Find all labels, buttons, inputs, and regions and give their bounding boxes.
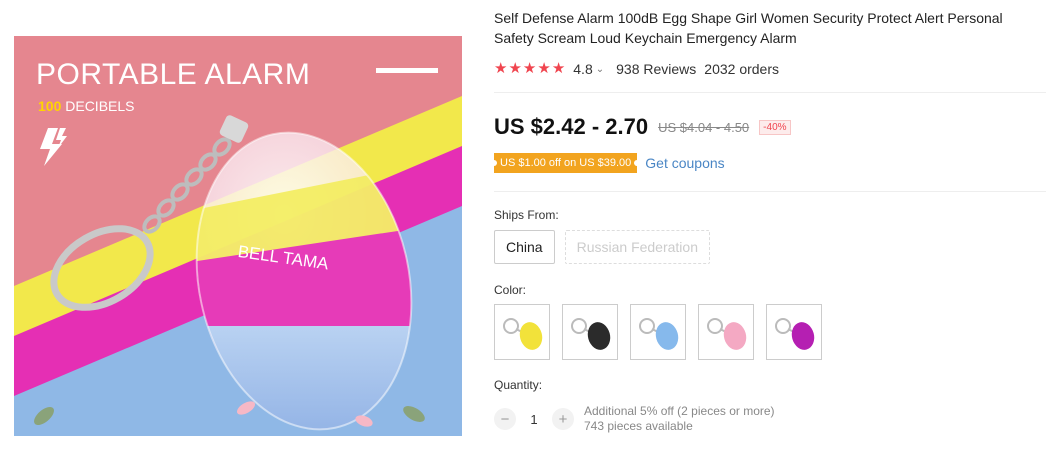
hero-subtitle: 100 DECIBELS xyxy=(38,98,135,114)
star-icon: ★ xyxy=(537,60,551,77)
discount-badge: -40% xyxy=(759,119,791,135)
rating-value[interactable]: 4.8 xyxy=(573,61,592,77)
alarm-product-photo: BELL TAMA xyxy=(14,36,462,436)
star-icon: ★ xyxy=(508,60,522,77)
current-price: US $2.42 - 2.70 xyxy=(494,114,649,139)
product-image[interactable]: BELL TAMA PORTABLE ALARM 100 DECIBELS xyxy=(14,36,462,436)
color-swatch-blue[interactable] xyxy=(630,304,686,360)
ships-from-options: China Russian Federation xyxy=(494,230,710,264)
chevron-down-icon[interactable]: ⌄ xyxy=(596,64,604,75)
star-icon: ★ xyxy=(522,60,537,77)
get-coupons-link[interactable]: Get coupons xyxy=(645,155,724,171)
star-rating: ★ ★ ★ ★ ★ xyxy=(494,61,565,77)
bulk-discount-text: Additional 5% off (2 pieces or more) xyxy=(584,404,775,418)
hero-title: PORTABLE ALARM xyxy=(36,58,311,91)
alarm-thumbnail xyxy=(571,318,611,350)
ship-option-china[interactable]: China xyxy=(494,230,555,264)
decibel-label: DECIBELS xyxy=(65,98,135,114)
quantity-value[interactable]: 1 xyxy=(516,412,552,427)
quantity-stepper: − 1 + Additional 5% off (2 pieces or mor… xyxy=(494,404,775,434)
quantity-note: Additional 5% off (2 pieces or more) 743… xyxy=(584,404,775,434)
star-icon: ★ xyxy=(494,60,508,77)
decibel-number: 100 xyxy=(38,98,62,114)
divider xyxy=(494,92,1046,93)
orders-count: 2032 orders xyxy=(704,61,779,77)
color-swatch-pink[interactable] xyxy=(698,304,754,360)
star-icon: ★ xyxy=(551,60,566,77)
original-price: US $4.04 - 4.50 xyxy=(658,119,750,135)
color-swatch-yellow[interactable] xyxy=(494,304,550,360)
coupon-row: US $1.00 off on US $39.00 Get coupons xyxy=(494,153,725,173)
color-swatch-purple[interactable] xyxy=(766,304,822,360)
alarm-thumbnail xyxy=(775,318,815,350)
product-title: Self Defense Alarm 100dB Egg Shape Girl … xyxy=(494,10,1003,46)
increase-quantity-button[interactable]: + xyxy=(552,408,574,430)
color-options xyxy=(494,304,822,360)
ship-option-russia[interactable]: Russian Federation xyxy=(564,230,710,264)
stock-available-text: 743 pieces available xyxy=(584,419,693,433)
alarm-thumbnail xyxy=(707,318,747,350)
price-row: US $2.42 - 2.70 US $4.04 - 4.50 -40% xyxy=(494,114,791,140)
rating-row: ★ ★ ★ ★ ★ 4.8 ⌄ 938 Reviews 2032 orders xyxy=(494,61,779,78)
coupon-badge[interactable]: US $1.00 off on US $39.00 xyxy=(494,153,638,173)
reviews-link[interactable]: 938 Reviews xyxy=(616,61,696,77)
ships-from-label: Ships From: xyxy=(494,208,559,222)
divider xyxy=(494,191,1046,192)
quantity-label: Quantity: xyxy=(494,378,543,392)
color-swatch-black[interactable] xyxy=(562,304,618,360)
alarm-thumbnail xyxy=(503,318,543,350)
decrease-quantity-button[interactable]: − xyxy=(494,408,516,430)
color-label: Color: xyxy=(494,283,527,297)
alarm-thumbnail xyxy=(639,318,679,350)
